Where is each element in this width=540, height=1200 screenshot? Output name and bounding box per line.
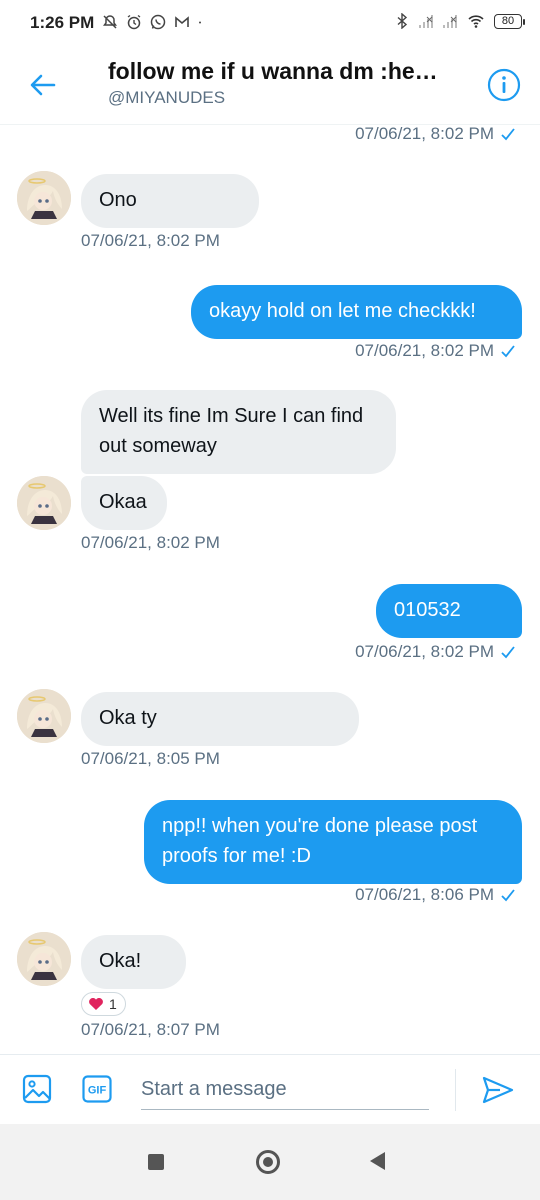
check-icon bbox=[501, 345, 515, 358]
avatar[interactable] bbox=[17, 932, 71, 986]
conversation-header: follow me if u wanna dm :he… @MIYANUDES bbox=[0, 50, 540, 125]
outgoing-message[interactable]: 010532 bbox=[376, 584, 522, 638]
alarm-icon bbox=[127, 14, 141, 30]
conversation-title: follow me if u wanna dm :he… bbox=[108, 58, 438, 84]
recents-icon[interactable] bbox=[148, 1154, 164, 1170]
gmail-icon bbox=[175, 16, 189, 27]
message-text: Okaa bbox=[99, 491, 147, 513]
wifi-icon bbox=[468, 15, 484, 28]
gif-label: GIF bbox=[88, 1085, 107, 1097]
message-list[interactable]: 07/06/21, 8:02 PM Ono 07/06/21, 8:02 PM … bbox=[0, 124, 540, 1054]
message-timestamp: 07/06/21, 8:02 PM bbox=[81, 533, 220, 552]
status-time: 1:26 PM bbox=[30, 13, 95, 32]
battery-level: 80 bbox=[501, 15, 515, 27]
message-text: Oka ty bbox=[99, 707, 157, 729]
avatar[interactable] bbox=[17, 171, 71, 225]
avatar[interactable] bbox=[17, 689, 71, 743]
message-composer: GIF bbox=[0, 1054, 540, 1125]
incoming-message[interactable]: Oka ty bbox=[81, 692, 359, 746]
avatar[interactable] bbox=[17, 476, 71, 530]
message-text: Well its fine Im Sure I can find out som… bbox=[99, 405, 364, 457]
gif-icon: GIF bbox=[82, 1075, 112, 1103]
timestamp-text: 07/06/21, 8:02 PM bbox=[355, 124, 494, 143]
system-icons: 80 bbox=[394, 13, 525, 29]
outgoing-message[interactable]: okayy hold on let me checkkk! bbox=[191, 285, 522, 339]
message-text: okayy hold on let me checkkk! bbox=[209, 300, 476, 322]
notification-icons bbox=[102, 14, 206, 30]
check-icon bbox=[501, 889, 515, 902]
message-timestamp: 07/06/21, 8:02 PM bbox=[355, 341, 516, 361]
status-bar: 1:26 PM 80 bbox=[0, 0, 540, 50]
back-icon[interactable] bbox=[370, 1152, 385, 1170]
message-text: npp!! when you're done please post proof… bbox=[162, 815, 478, 867]
message-timestamp: 07/06/21, 8:02 PM bbox=[81, 231, 220, 250]
avatar-image bbox=[17, 171, 71, 225]
timestamp-text: 07/06/21, 8:02 PM bbox=[355, 341, 494, 360]
bluetooth-icon bbox=[397, 13, 408, 29]
incoming-message[interactable]: Well its fine Im Sure I can find out som… bbox=[81, 390, 396, 474]
whatsapp-icon bbox=[150, 14, 166, 30]
avatar-image bbox=[17, 476, 71, 530]
avatar-image bbox=[17, 689, 71, 743]
info-icon[interactable] bbox=[487, 68, 521, 102]
outgoing-message[interactable]: npp!! when you're done please post proof… bbox=[144, 800, 522, 884]
incoming-message[interactable]: Oka! bbox=[81, 935, 186, 989]
check-icon bbox=[501, 646, 515, 659]
message-timestamp: 07/06/21, 8:05 PM bbox=[81, 749, 220, 768]
signal-icon bbox=[419, 15, 433, 28]
composer-divider bbox=[455, 1069, 456, 1111]
incoming-message[interactable]: Ono bbox=[81, 174, 259, 228]
timestamp-text: 07/06/21, 8:02 PM bbox=[355, 642, 494, 661]
message-timestamp: 07/06/21, 8:02 PM bbox=[355, 124, 516, 144]
reaction-count: 1 bbox=[109, 996, 117, 1012]
heart-icon bbox=[89, 998, 103, 1010]
send-icon[interactable] bbox=[482, 1075, 514, 1105]
message-timestamp: 07/06/21, 8:07 PM bbox=[81, 1020, 220, 1039]
home-icon[interactable] bbox=[256, 1150, 280, 1174]
system-navigation-bar bbox=[0, 1124, 540, 1200]
message-input[interactable] bbox=[141, 1069, 429, 1110]
incoming-message[interactable]: Okaa bbox=[81, 476, 167, 530]
signal-icon bbox=[443, 15, 457, 28]
avatar-image bbox=[17, 932, 71, 986]
timestamp-text: 07/06/21, 8:06 PM bbox=[355, 885, 494, 904]
muted-bell-icon bbox=[103, 15, 117, 29]
image-icon[interactable] bbox=[22, 1074, 52, 1104]
arrow-left-icon[interactable] bbox=[28, 70, 58, 100]
message-text: Ono bbox=[99, 189, 137, 211]
message-text: Oka! bbox=[99, 950, 142, 972]
dot-icon bbox=[199, 21, 201, 24]
message-text: 010532 bbox=[394, 599, 461, 621]
conversation-handle: @MIYANUDES bbox=[108, 88, 226, 107]
message-timestamp: 07/06/21, 8:02 PM bbox=[355, 642, 516, 662]
message-timestamp: 07/06/21, 8:06 PM bbox=[355, 885, 516, 905]
battery-icon: 80 bbox=[494, 13, 525, 29]
gif-button[interactable]: GIF bbox=[82, 1075, 112, 1103]
check-icon bbox=[501, 128, 515, 141]
reaction-badge[interactable]: 1 bbox=[81, 992, 126, 1016]
